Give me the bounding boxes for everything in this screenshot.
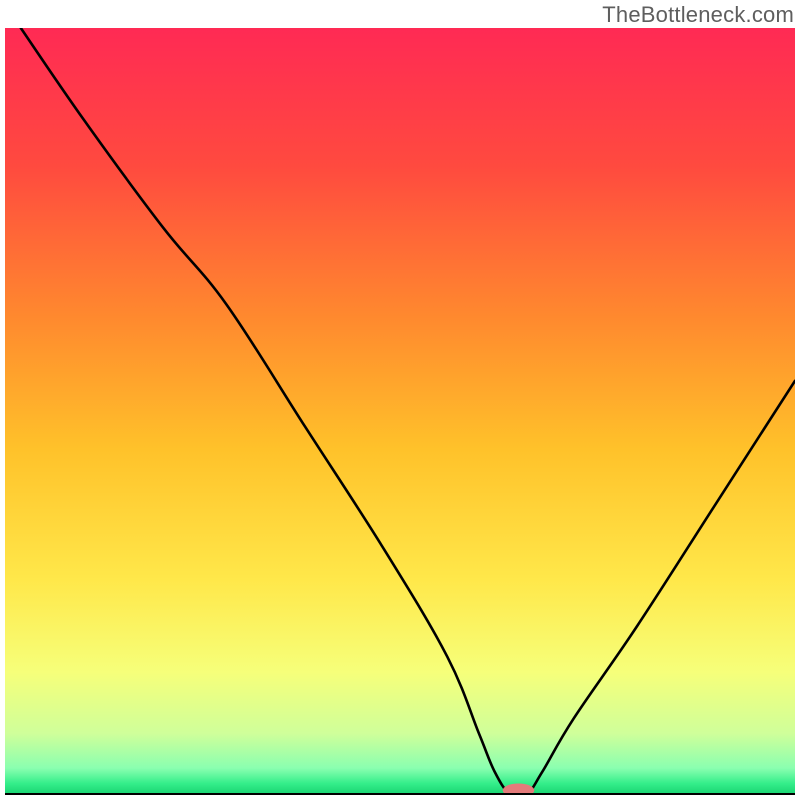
chart-stage: TheBottleneck.com	[0, 0, 800, 800]
optimal-marker	[5, 28, 795, 795]
x-axis	[5, 793, 795, 795]
plot-area	[5, 28, 795, 795]
watermark: TheBottleneck.com	[602, 2, 794, 28]
